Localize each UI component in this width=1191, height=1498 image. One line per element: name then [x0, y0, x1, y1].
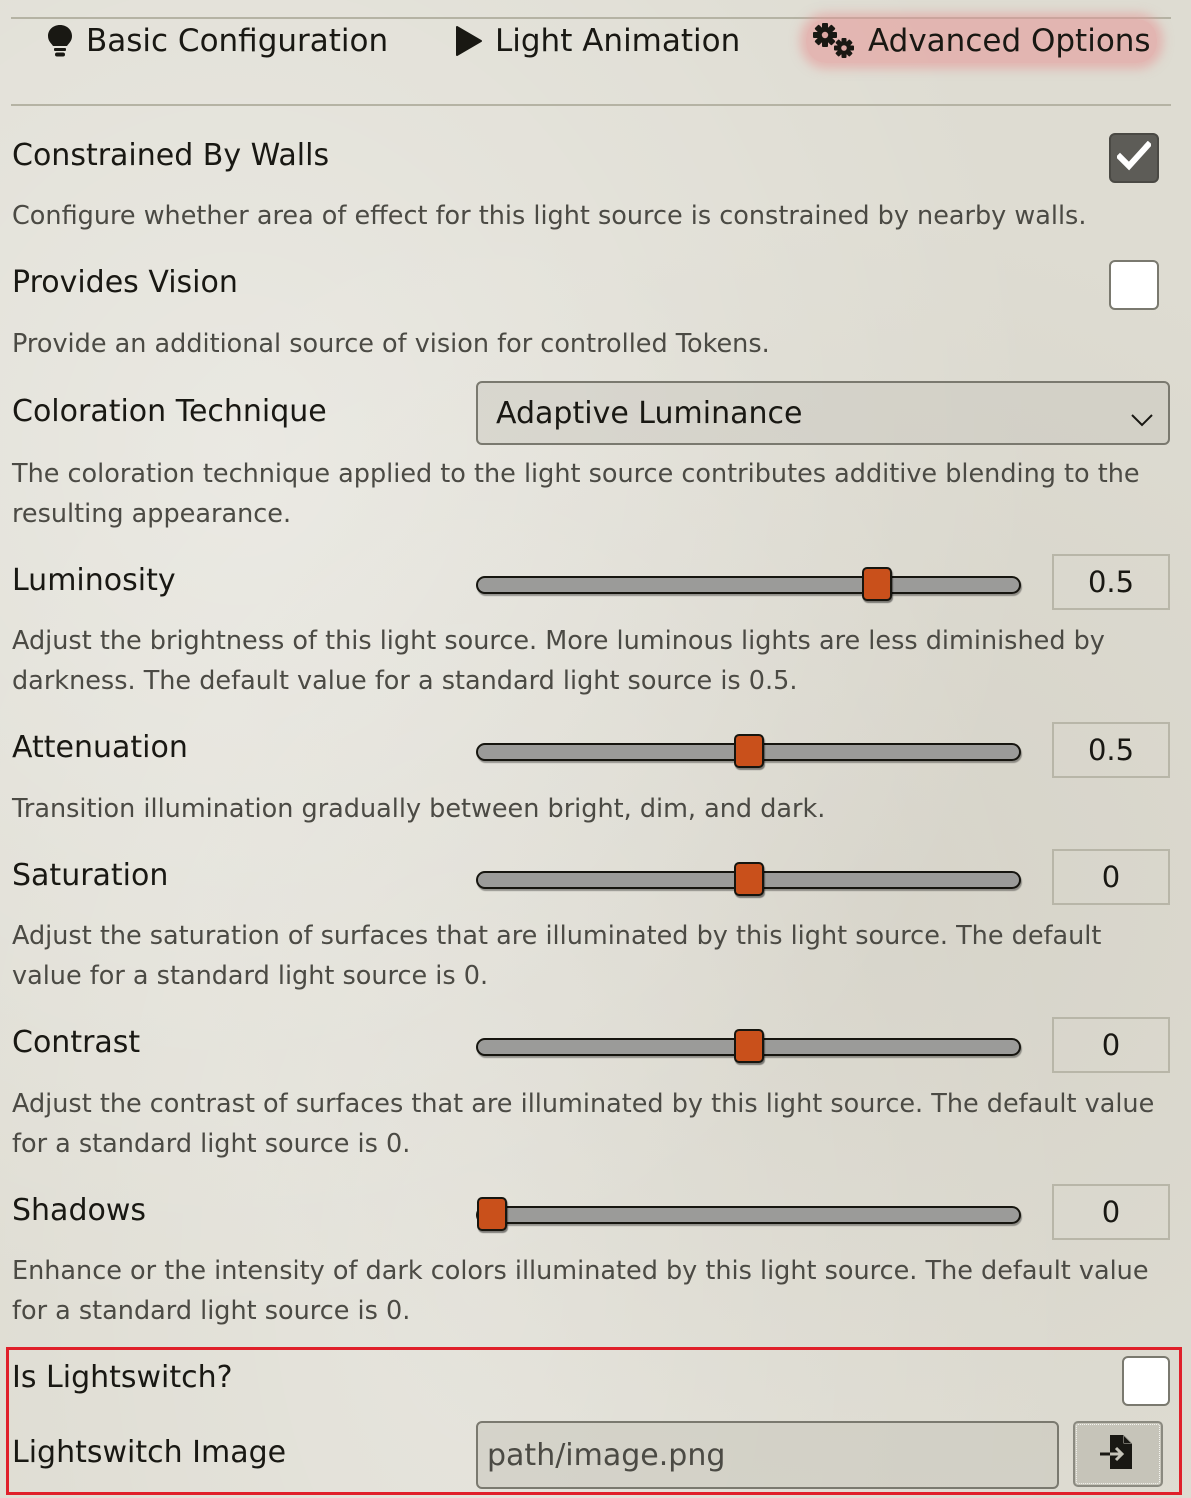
slider-thumb[interactable]	[861, 567, 892, 601]
shadows-value[interactable]: 0	[1052, 1184, 1170, 1240]
lightswitch-label: Is Lightswitch?	[12, 1360, 233, 1395]
walls-label: Constrained By Walls	[12, 138, 330, 173]
coloration-selected-value: Adaptive Luminance	[496, 395, 803, 431]
lightswitch-image-input[interactable]: path/image.png	[476, 1421, 1059, 1489]
lightswitch-image-placeholder: path/image.png	[487, 1437, 726, 1473]
tab-light-animation[interactable]: Light Animation	[455, 19, 740, 63]
attenuation-label: Attenuation	[12, 730, 188, 765]
vision-hint: Provide an additional source of vision f…	[12, 329, 770, 359]
tab-basic-configuration[interactable]: Basic Configuration	[46, 19, 388, 63]
tab-label: Basic Configuration	[86, 23, 389, 59]
tab-label: Light Animation	[495, 23, 741, 59]
luminosity-slider[interactable]	[476, 567, 1021, 601]
slider-track	[476, 1206, 1021, 1224]
checkmark-icon	[1115, 140, 1153, 175]
contrast-hint: Adjust the contrast of surfaces that are…	[12, 1089, 1155, 1159]
tab-advanced-options[interactable]: Advanced Options	[806, 19, 1157, 63]
coloration-hint: The coloration technique applied to the …	[12, 459, 1140, 529]
luminosity-value[interactable]: 0.5	[1052, 554, 1170, 610]
cogs-icon	[812, 22, 856, 60]
walls-checkbox[interactable]	[1109, 133, 1159, 183]
tab-label: Advanced Options	[868, 23, 1151, 59]
slider-track	[476, 576, 1021, 594]
slider-thumb[interactable]	[733, 734, 764, 768]
coloration-select[interactable]: Adaptive Luminance	[476, 381, 1170, 445]
saturation-label: Saturation	[12, 858, 169, 893]
lightswitch-image-label: Lightswitch Image	[12, 1435, 287, 1470]
contrast-value[interactable]: 0	[1052, 1017, 1170, 1073]
saturation-value[interactable]: 0	[1052, 849, 1170, 905]
lightswitch-checkbox[interactable]	[1122, 1356, 1170, 1406]
vision-checkbox[interactable]	[1109, 260, 1159, 310]
slider-thumb[interactable]	[477, 1197, 507, 1231]
attenuation-slider[interactable]	[476, 734, 1021, 768]
attenuation-value[interactable]: 0.5	[1052, 722, 1170, 778]
luminosity-label: Luminosity	[12, 563, 176, 598]
file-import-icon	[1098, 1433, 1138, 1475]
chevron-down-icon	[1130, 401, 1154, 436]
lightbulb-icon	[46, 24, 74, 58]
contrast-label: Contrast	[12, 1025, 141, 1060]
attenuation-hint: Transition illumination gradually betwee…	[12, 794, 826, 824]
walls-hint: Configure whether area of effect for thi…	[12, 201, 1087, 231]
saturation-hint: Adjust the saturation of surfaces that a…	[12, 921, 1102, 991]
luminosity-hint: Adjust the brightness of this light sour…	[12, 626, 1105, 696]
slider-thumb[interactable]	[733, 1029, 764, 1063]
tabs-bottom-divider	[11, 104, 1171, 106]
play-icon	[455, 25, 483, 57]
contrast-slider[interactable]	[476, 1029, 1021, 1063]
coloration-label: Coloration Technique	[12, 394, 327, 429]
saturation-slider[interactable]	[476, 862, 1021, 896]
slider-thumb[interactable]	[733, 862, 764, 896]
shadows-hint: Enhance or the intensity of dark colors …	[12, 1256, 1149, 1326]
file-picker-button[interactable]	[1073, 1421, 1163, 1487]
shadows-label: Shadows	[12, 1193, 147, 1228]
vision-label: Provides Vision	[12, 265, 238, 300]
shadows-slider[interactable]	[476, 1197, 1021, 1231]
